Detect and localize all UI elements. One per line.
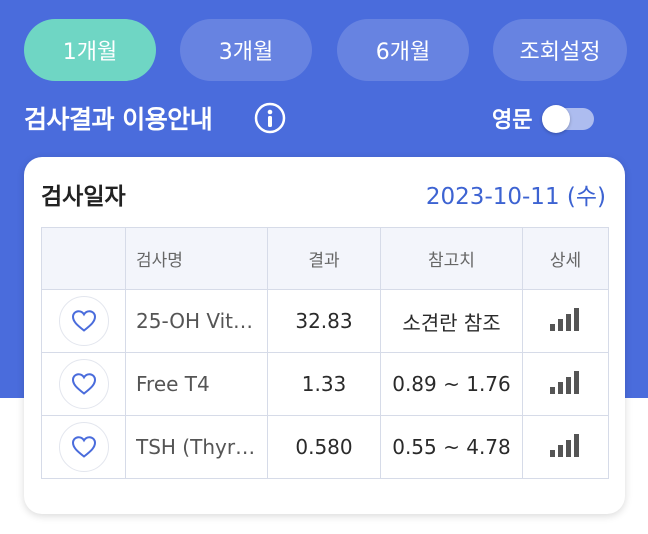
header-test-name: 검사명 xyxy=(125,227,268,290)
table-row: Free T4 1.33 0.89 ~ 1.76 xyxy=(41,352,609,416)
result-value: 1.33 xyxy=(267,352,381,416)
detail-cell xyxy=(522,415,609,479)
guide-title: 검사결과 이용안내 xyxy=(24,105,213,134)
header-detail: 상세 xyxy=(522,227,609,290)
guide-row: 검사결과 이용안내 영문 xyxy=(24,96,624,140)
detail-cell xyxy=(522,289,609,353)
favorite-cell xyxy=(41,415,126,479)
tab-6-month[interactable]: 6개월 xyxy=(337,19,469,81)
heart-icon xyxy=(71,373,96,395)
english-toggle[interactable] xyxy=(542,105,594,133)
test-name-cell: TSH (Thyr… xyxy=(125,415,268,479)
favorite-cell xyxy=(41,289,126,353)
signal-bars-icon[interactable] xyxy=(549,369,583,400)
tab-label: 1개월 xyxy=(62,40,118,65)
test-name: 25-OH Vit… xyxy=(136,309,254,333)
tab-label: 6개월 xyxy=(375,40,431,65)
signal-bars-icon[interactable] xyxy=(549,432,583,463)
tab-1-month[interactable]: 1개월 xyxy=(24,19,156,81)
result-value: 0.580 xyxy=(267,415,381,479)
header-result: 결과 xyxy=(267,227,381,290)
result-value: 32.83 xyxy=(267,289,381,353)
info-icon[interactable] xyxy=(254,102,286,134)
results-table: 검사명 결과 참고치 상세 25-OH Vit… 32.83 소견란 참조 Fr… xyxy=(41,227,609,479)
period-tabs: 1개월 3개월 6개월 조회설정 xyxy=(24,19,627,81)
header-reference: 참고치 xyxy=(380,227,523,290)
test-name: TSH (Thyr… xyxy=(136,435,256,459)
tab-label: 3개월 xyxy=(218,40,274,65)
reference-value: 0.55 ~ 4.78 xyxy=(380,415,523,479)
favorite-button[interactable] xyxy=(58,422,109,472)
reference-value: 0.89 ~ 1.76 xyxy=(380,352,523,416)
toggle-knob xyxy=(542,105,570,133)
table-header-row: 검사명 결과 참고치 상세 xyxy=(41,227,609,290)
test-name: Free T4 xyxy=(136,372,210,396)
header-favorite xyxy=(41,227,126,290)
reference-value: 소견란 참조 xyxy=(380,289,523,353)
heart-icon xyxy=(71,310,96,332)
english-label: 영문 xyxy=(492,108,533,133)
test-name-cell: Free T4 xyxy=(125,352,268,416)
exam-date-value: 2023-10-11 (수) xyxy=(425,184,606,210)
tab-query-settings[interactable]: 조회설정 xyxy=(493,19,627,81)
tab-label: 조회설정 xyxy=(519,40,601,65)
heart-icon xyxy=(71,436,96,458)
exam-date-label: 검사일자 xyxy=(41,184,126,210)
result-card: 검사일자 2023-10-11 (수) 검사명 결과 참고치 상세 25-OH xyxy=(24,157,625,514)
favorite-button[interactable] xyxy=(58,359,109,409)
table-row: 25-OH Vit… 32.83 소견란 참조 xyxy=(41,289,609,353)
favorite-button[interactable] xyxy=(58,296,109,346)
table-row: TSH (Thyr… 0.580 0.55 ~ 4.78 xyxy=(41,415,609,479)
test-name-cell: 25-OH Vit… xyxy=(125,289,268,353)
detail-cell xyxy=(522,352,609,416)
signal-bars-icon[interactable] xyxy=(549,306,583,337)
favorite-cell xyxy=(41,352,126,416)
tab-3-month[interactable]: 3개월 xyxy=(180,19,312,81)
